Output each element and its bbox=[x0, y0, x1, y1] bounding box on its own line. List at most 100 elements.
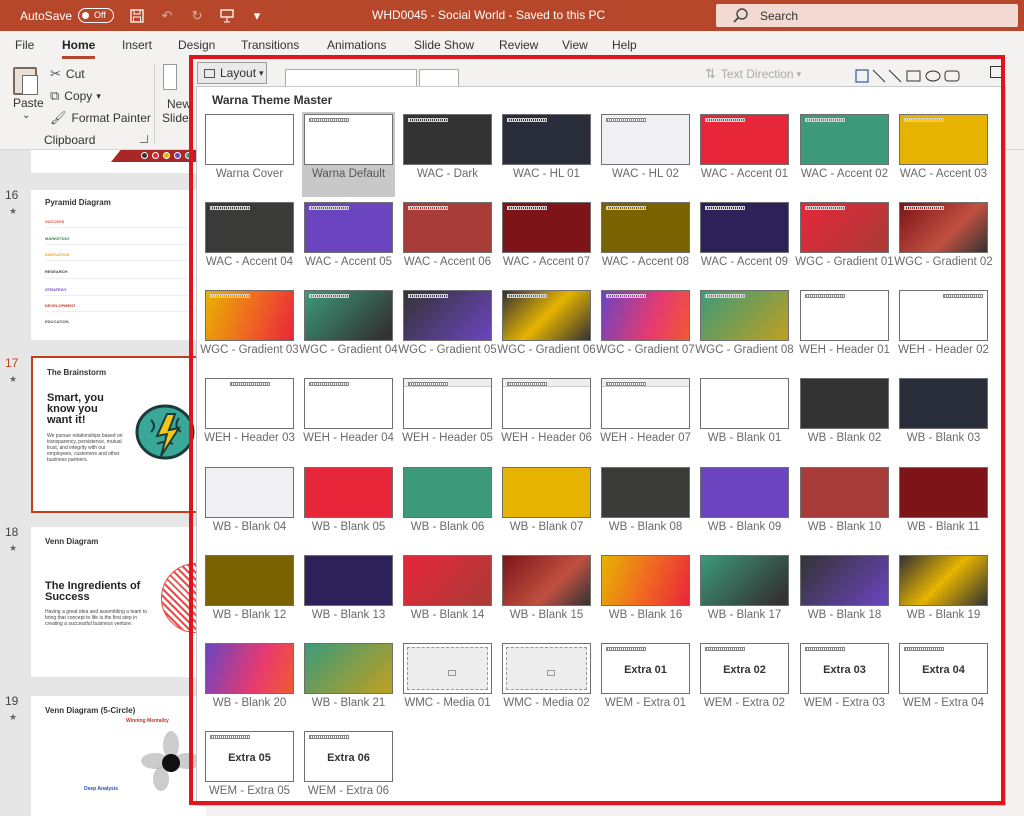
layout-option[interactable]: WAC - Accent 08 bbox=[599, 200, 692, 285]
layout-option[interactable]: WMC - Media 01 bbox=[401, 641, 494, 726]
layout-option[interactable]: WB - Blank 15 bbox=[500, 553, 593, 638]
layout-option[interactable]: WGC - Gradient 03 bbox=[200, 288, 299, 373]
layout-option[interactable]: WB - Blank 12 bbox=[203, 553, 296, 638]
tab-view[interactable]: View bbox=[562, 38, 588, 52]
layout-option[interactable]: WB - Blank 13 bbox=[302, 553, 395, 638]
layout-option[interactable]: WB - Blank 08 bbox=[599, 465, 692, 550]
tab-insert[interactable]: Insert bbox=[122, 38, 152, 52]
customize-toolbar-icon[interactable]: ▾ bbox=[250, 8, 264, 23]
new-slide-icon[interactable] bbox=[163, 64, 177, 90]
layout-option[interactable]: WB - Blank 01 bbox=[698, 376, 791, 461]
layout-option[interactable]: WB - Blank 10 bbox=[798, 465, 891, 550]
paste-button[interactable]: Paste bbox=[13, 96, 44, 110]
cut-button[interactable]: ✂ Cut bbox=[50, 66, 85, 82]
layout-option[interactable]: WAC - HL 02 bbox=[599, 112, 692, 197]
layout-option[interactable]: WB - Blank 18 bbox=[798, 553, 891, 638]
layout-option[interactable]: WGC - Gradient 04 bbox=[299, 288, 398, 373]
autosave-toggle[interactable]: Off bbox=[78, 8, 115, 23]
copy-button[interactable]: ⧉ Copy ▾ bbox=[50, 88, 101, 104]
slide-thumbnail-18[interactable]: Venn Diagram The Ingredients of Success … bbox=[31, 527, 206, 677]
layout-option[interactable]: Extra 01 WEM - Extra 01 bbox=[599, 641, 692, 726]
layout-option[interactable]: WAC - Accent 05 bbox=[302, 200, 395, 285]
layout-option[interactable]: Extra 03 WEM - Extra 03 bbox=[798, 641, 891, 726]
layout-option[interactable]: Warna Cover bbox=[203, 112, 296, 197]
layout-option[interactable]: WAC - Accent 04 bbox=[203, 200, 296, 285]
layout-option[interactable]: WAC - Accent 06 bbox=[401, 200, 494, 285]
layout-option[interactable]: WAC - Accent 03 bbox=[897, 112, 990, 197]
layout-option[interactable]: Extra 06 WEM - Extra 06 bbox=[302, 729, 395, 814]
slide-thumbnail-15[interactable] bbox=[31, 150, 206, 173]
layout-option[interactable]: WEH - Header 07 bbox=[599, 376, 692, 461]
redo-icon[interactable]: ↻ bbox=[190, 8, 204, 23]
layout-option[interactable]: WB - Blank 17 bbox=[698, 553, 791, 638]
divider bbox=[45, 227, 203, 228]
layout-option[interactable]: WGC - Gradient 02 bbox=[894, 200, 993, 285]
layout-option[interactable]: WB - Blank 04 bbox=[203, 465, 296, 550]
layout-option[interactable]: WEH - Header 05 bbox=[401, 376, 494, 461]
copy-icon: ⧉ bbox=[50, 88, 60, 103]
shapes-gallery[interactable] bbox=[855, 68, 965, 84]
layout-option[interactable]: WAC - Accent 09 bbox=[698, 200, 791, 285]
tab-file[interactable]: File bbox=[15, 38, 34, 52]
clipboard-launcher-icon[interactable] bbox=[140, 135, 148, 143]
arrange-icon[interactable] bbox=[990, 66, 1002, 78]
layout-option[interactable]: WMC - Media 02 bbox=[500, 641, 593, 726]
layout-option[interactable]: WB - Blank 20 bbox=[203, 641, 296, 726]
paste-dropdown-icon[interactable]: ⌄ bbox=[22, 110, 30, 121]
layout-option[interactable]: WEH - Header 01 bbox=[798, 288, 891, 373]
new-slide-label-2[interactable]: Slide bbox=[162, 111, 189, 125]
format-painter-button[interactable]: 🖌 Format Painter bbox=[50, 110, 151, 126]
slide-thumbnail-16[interactable]: Pyramid Diagram SUCCESS MARKETING INNOVA… bbox=[31, 190, 206, 340]
tab-slide-show[interactable]: Slide Show bbox=[414, 38, 474, 52]
tab-design[interactable]: Design bbox=[178, 38, 215, 52]
layout-option[interactable]: WGC - Gradient 07 bbox=[596, 288, 695, 373]
layout-option[interactable]: WB - Blank 16 bbox=[599, 553, 692, 638]
search-box[interactable]: Search bbox=[716, 4, 1018, 27]
layout-option[interactable]: WB - Blank 05 bbox=[302, 465, 395, 550]
layout-option[interactable]: WB - Blank 14 bbox=[401, 553, 494, 638]
present-icon[interactable] bbox=[220, 8, 234, 23]
layout-option[interactable]: WEH - Header 03 bbox=[203, 376, 296, 461]
layout-option[interactable]: WB - Blank 09 bbox=[698, 465, 791, 550]
layout-option[interactable]: WAC - HL 01 bbox=[500, 112, 593, 197]
layout-option[interactable]: Extra 05 WEM - Extra 05 bbox=[203, 729, 296, 814]
tab-animations[interactable]: Animations bbox=[327, 38, 386, 52]
layout-option[interactable]: WB - Blank 07 bbox=[500, 465, 593, 550]
layout-option[interactable]: WEH - Header 06 bbox=[500, 376, 593, 461]
layout-option[interactable]: Extra 04 WEM - Extra 04 bbox=[897, 641, 990, 726]
layout-option[interactable]: WB - Blank 21 bbox=[302, 641, 395, 726]
layout-option[interactable]: WAC - Accent 02 bbox=[798, 112, 891, 197]
font-size-select[interactable] bbox=[419, 69, 459, 87]
tab-review[interactable]: Review bbox=[499, 38, 538, 52]
layout-option[interactable]: Extra 02 WEM - Extra 02 bbox=[698, 641, 791, 726]
text-direction-button[interactable]: ⇅ Text Direction ▾ bbox=[705, 66, 801, 82]
layout-option[interactable]: WB - Blank 19 bbox=[897, 553, 990, 638]
undo-icon[interactable]: ↶ bbox=[160, 8, 174, 23]
paste-icon[interactable] bbox=[13, 67, 38, 95]
layout-option[interactable]: WB - Blank 02 bbox=[798, 376, 891, 461]
layout-option[interactable]: WB - Blank 03 bbox=[897, 376, 990, 461]
save-icon[interactable] bbox=[130, 8, 144, 23]
slide-thumbnail-panel[interactable]: 16 ★ Pyramid Diagram SUCCESS MARKETING I… bbox=[0, 150, 206, 816]
layout-option[interactable]: WEH - Header 04 bbox=[302, 376, 395, 461]
layout-option[interactable]: WAC - Accent 07 bbox=[500, 200, 593, 285]
slide-thumbnail-19[interactable]: Venn Diagram (5-Circle) Winning Mentalit… bbox=[31, 696, 206, 816]
tab-help[interactable]: Help bbox=[612, 38, 637, 52]
font-family-select[interactable] bbox=[285, 69, 417, 87]
layout-thumbnail bbox=[403, 643, 492, 694]
layout-option[interactable]: WGC - Gradient 05 bbox=[398, 288, 497, 373]
layout-option[interactable]: WB - Blank 11 bbox=[897, 465, 990, 550]
tab-home[interactable]: Home bbox=[62, 38, 96, 59]
layout-option[interactable]: WGC - Gradient 08 bbox=[695, 288, 794, 373]
layout-option[interactable]: WGC - Gradient 06 bbox=[497, 288, 596, 373]
layout-option[interactable]: Warna Default bbox=[302, 112, 395, 197]
new-slide-label-1[interactable]: New bbox=[167, 97, 191, 111]
layout-option[interactable]: WAC - Dark bbox=[401, 112, 494, 197]
layout-button[interactable]: Layout ▾ bbox=[197, 62, 267, 84]
tab-transitions[interactable]: Transitions bbox=[241, 38, 299, 52]
layout-option[interactable]: WB - Blank 06 bbox=[401, 465, 494, 550]
layout-option[interactable]: WGC - Gradient 01 bbox=[795, 200, 894, 285]
layout-option[interactable]: WAC - Accent 01 bbox=[698, 112, 791, 197]
slide-thumbnail-17[interactable]: The Brainstorm Smart, you know you want … bbox=[31, 356, 206, 513]
layout-option[interactable]: WEH - Header 02 bbox=[897, 288, 990, 373]
